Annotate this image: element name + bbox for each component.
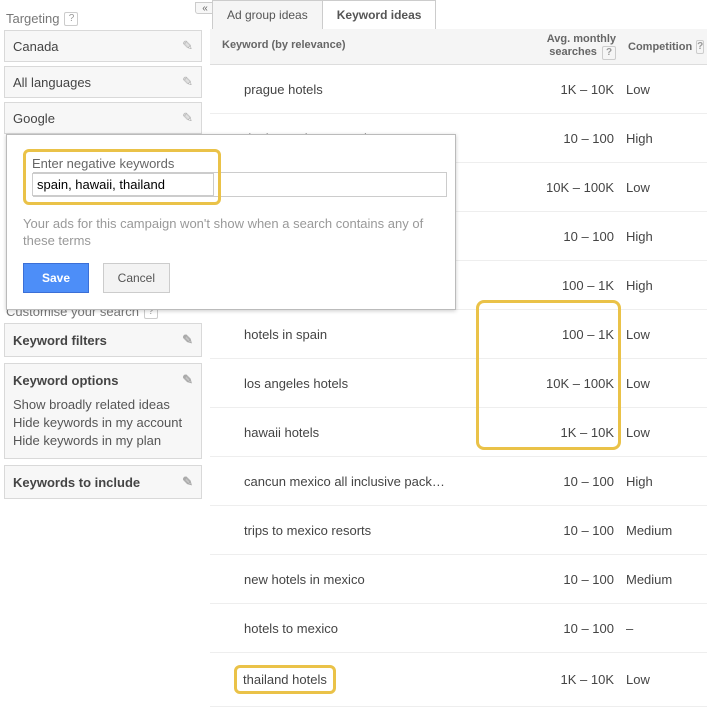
cell-competition: High bbox=[622, 278, 707, 293]
targeting-label: Targeting bbox=[6, 11, 59, 26]
targeting-network[interactable]: Google ✎ bbox=[4, 102, 202, 134]
keywords-to-include[interactable]: Keywords to include ✎ bbox=[4, 465, 202, 499]
table-row[interactable]: hotels to mexico10 – 100– bbox=[210, 604, 707, 653]
cell-competition: Low bbox=[622, 327, 707, 342]
targeting-location[interactable]: Canada ✎ bbox=[4, 30, 202, 62]
keywords-to-include-label: Keywords to include bbox=[13, 475, 140, 490]
cell-keyword: cancun mexico all inclusive pack… bbox=[210, 462, 527, 501]
negative-keywords-highlight: Enter negative keywords bbox=[23, 149, 221, 205]
cell-keyword: hotels to mexico bbox=[210, 609, 527, 648]
cell-avg: 1K – 10K bbox=[527, 425, 622, 440]
keyword-options[interactable]: Keyword options ✎ Show broadly related i… bbox=[4, 363, 202, 459]
cell-competition: High bbox=[622, 131, 707, 146]
cell-competition: Medium bbox=[622, 523, 707, 538]
cell-avg: 10 – 100 bbox=[527, 523, 622, 538]
cell-keyword: hotels in spain bbox=[210, 315, 527, 354]
keyword-options-label: Keyword options bbox=[13, 373, 118, 388]
col-avg-searches[interactable]: Avg. monthly searches ? bbox=[527, 29, 622, 64]
cell-avg: 100 – 1K bbox=[527, 327, 622, 342]
cell-avg: 10 – 100 bbox=[527, 621, 622, 636]
kw-option-line: Show broadly related ideas bbox=[13, 396, 193, 414]
cell-keyword: new hotels in mexico bbox=[210, 560, 527, 599]
cell-competition: Medium bbox=[622, 572, 707, 587]
pencil-icon: ✎ bbox=[182, 38, 193, 54]
table-row[interactable]: los angeles hotels10K – 100KLow bbox=[210, 359, 707, 408]
cell-avg: 100 – 1K bbox=[527, 278, 622, 293]
col-competition[interactable]: Competition ? bbox=[622, 29, 707, 64]
pencil-icon: ✎ bbox=[182, 74, 193, 90]
pencil-icon: ✎ bbox=[182, 372, 193, 388]
table-row[interactable]: new hotels in mexico10 – 100Medium bbox=[210, 555, 707, 604]
cell-competition: Low bbox=[622, 672, 707, 687]
cell-keyword: prague hotels bbox=[210, 70, 527, 109]
cell-avg: 10 – 100 bbox=[527, 572, 622, 587]
cell-avg: 10K – 100K bbox=[527, 180, 622, 195]
help-icon[interactable]: ? bbox=[696, 40, 704, 54]
cell-avg: 1K – 10K bbox=[527, 672, 622, 687]
pencil-icon: ✎ bbox=[182, 110, 193, 126]
cell-competition: Low bbox=[622, 82, 707, 97]
table-row[interactable]: prague hotels1K – 10KLow bbox=[210, 65, 707, 114]
cell-keyword: trips to mexico resorts bbox=[210, 511, 527, 550]
cell-avg: 10K – 100K bbox=[527, 376, 622, 391]
kw-option-line: Hide keywords in my plan bbox=[13, 432, 193, 450]
cell-avg: 10 – 100 bbox=[527, 131, 622, 146]
targeting-language-label: All languages bbox=[13, 75, 91, 90]
cell-keyword: hawaii hotels bbox=[210, 413, 527, 452]
keyword-filters[interactable]: Keyword filters ✎ bbox=[4, 323, 202, 357]
cell-keyword: los angeles hotels bbox=[210, 364, 527, 403]
targeting-language[interactable]: All languages ✎ bbox=[4, 66, 202, 98]
tab-keyword-ideas[interactable]: Keyword ideas bbox=[322, 0, 437, 29]
cell-competition: High bbox=[622, 229, 707, 244]
table-row[interactable]: cancun mexico all inclusive pack…10 – 10… bbox=[210, 457, 707, 506]
table-row[interactable]: hawaii hotels1K – 10KLow bbox=[210, 408, 707, 457]
table-row[interactable]: trips to mexico resorts10 – 100Medium bbox=[210, 506, 707, 555]
negative-keywords-popup: Enter negative keywords Your ads for thi… bbox=[6, 134, 456, 310]
negative-keywords-input[interactable] bbox=[32, 173, 214, 196]
cell-avg: 1K – 10K bbox=[527, 82, 622, 97]
pencil-icon: ✎ bbox=[182, 332, 193, 348]
table-header: Keyword (by relevance) Avg. monthly sear… bbox=[210, 29, 707, 65]
negative-keywords-desc: Your ads for this campaign won't show wh… bbox=[23, 215, 439, 249]
cell-keyword: thailand hotels bbox=[210, 653, 527, 706]
cell-competition: Low bbox=[622, 425, 707, 440]
cell-competition: Low bbox=[622, 180, 707, 195]
kw-option-line: Hide keywords in my account bbox=[13, 414, 193, 432]
pencil-icon: ✎ bbox=[182, 474, 193, 490]
cell-avg: 10 – 100 bbox=[527, 229, 622, 244]
cell-competition: High bbox=[622, 474, 707, 489]
help-icon[interactable]: ? bbox=[64, 12, 78, 26]
targeting-location-label: Canada bbox=[13, 39, 59, 54]
col-comp-label: Competition bbox=[628, 41, 692, 53]
targeting-title: Targeting ? bbox=[6, 11, 202, 26]
col-keyword[interactable]: Keyword (by relevance) bbox=[210, 29, 527, 64]
cell-competition: – bbox=[622, 621, 707, 636]
table-row[interactable]: thailand hotels1K – 10KLow bbox=[210, 653, 707, 707]
cell-avg: 10 – 100 bbox=[527, 474, 622, 489]
negative-keywords-label: Enter negative keywords bbox=[32, 156, 212, 171]
save-button[interactable]: Save bbox=[23, 263, 89, 293]
targeting-network-label: Google bbox=[13, 111, 55, 126]
keyword-filters-label: Keyword filters bbox=[13, 333, 107, 348]
cell-competition: Low bbox=[622, 376, 707, 391]
help-icon[interactable]: ? bbox=[602, 46, 616, 60]
table-row[interactable]: hotels in spain100 – 1KLow bbox=[210, 310, 707, 359]
cancel-button[interactable]: Cancel bbox=[103, 263, 170, 293]
tab-ad-group-ideas[interactable]: Ad group ideas bbox=[212, 0, 323, 29]
